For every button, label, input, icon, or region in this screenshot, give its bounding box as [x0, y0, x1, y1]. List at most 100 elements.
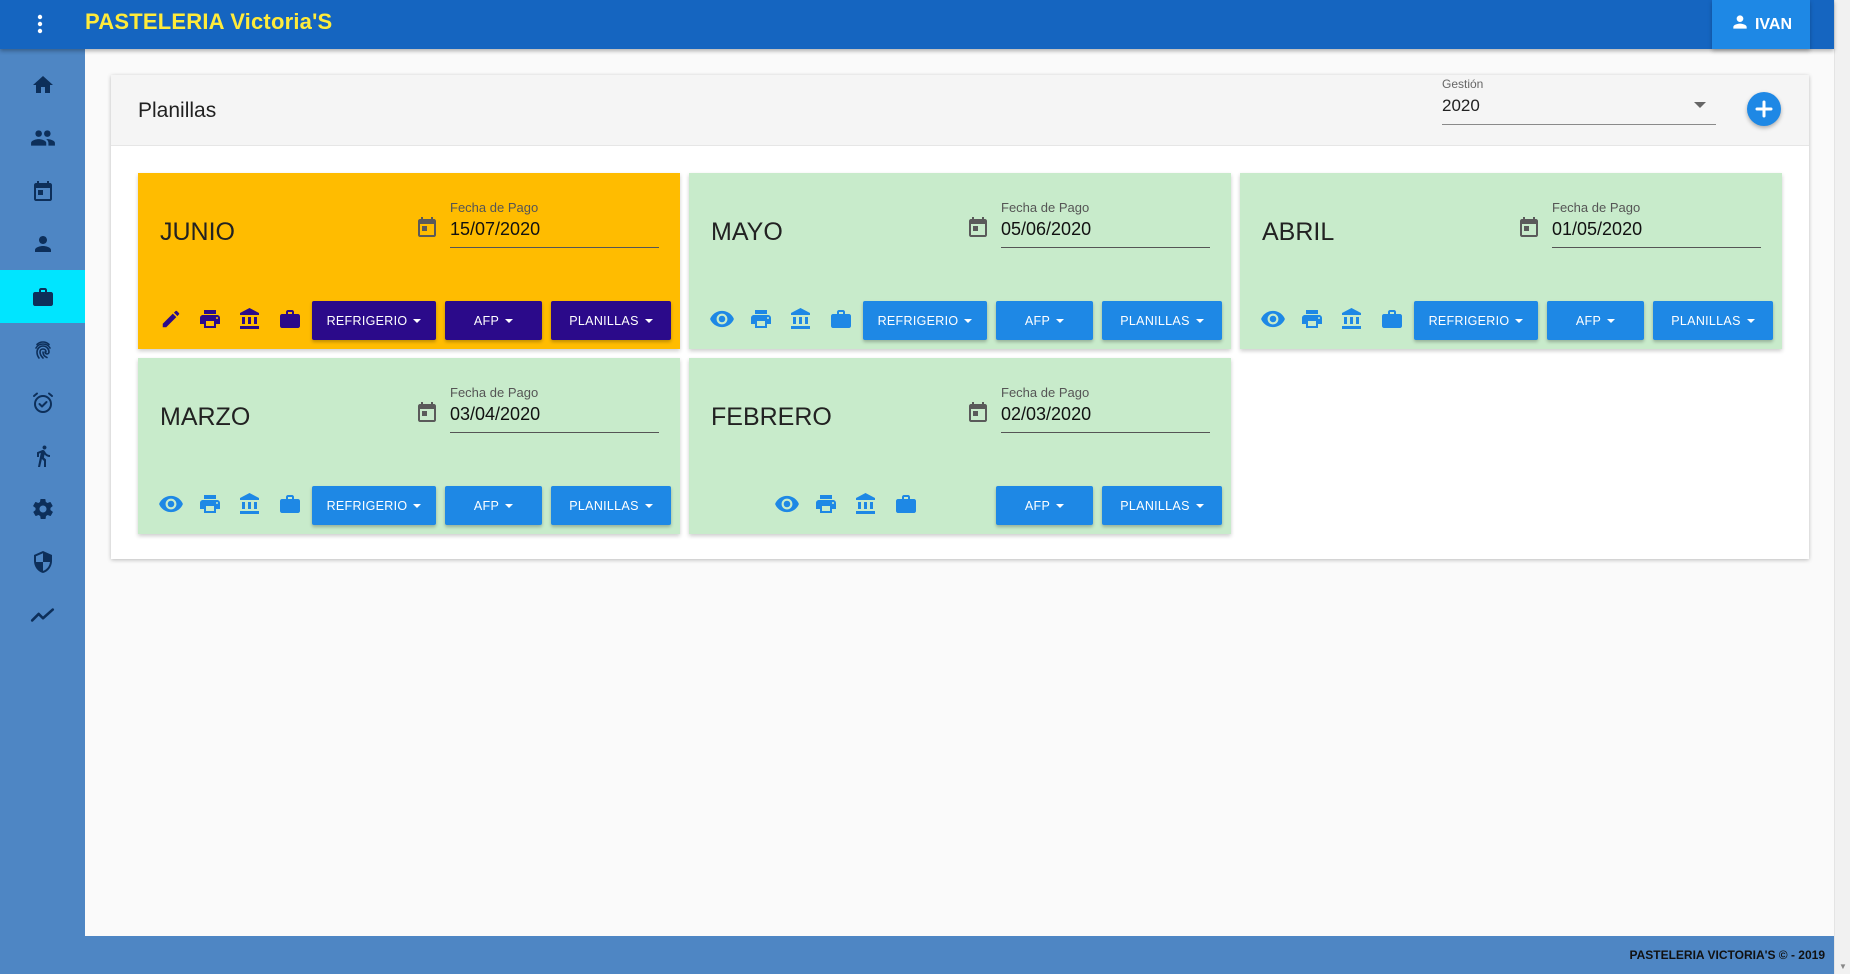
- vertical-scrollbar[interactable]: ▼: [1834, 0, 1850, 974]
- card-month: MAYO: [711, 218, 783, 246]
- refrigerio-dropdown-button[interactable]: REFRIGERIO: [312, 301, 436, 340]
- bank-icon[interactable]: [853, 491, 879, 517]
- home-icon: [32, 75, 53, 93]
- bank-icon[interactable]: [788, 306, 814, 332]
- scroll-down-icon[interactable]: ▼: [1839, 962, 1847, 971]
- planilla-card-marzo: MARZO Fecha de Pago 03/04/2020 REFRIGERI…: [138, 358, 680, 534]
- briefcase-icon[interactable]: [277, 306, 303, 332]
- card-month: MARZO: [160, 403, 251, 431]
- caret-down-icon: [1195, 503, 1204, 508]
- caret-down-icon: [413, 318, 422, 323]
- sidebar-item-calendar[interactable]: [0, 164, 85, 217]
- print-icon[interactable]: [813, 491, 839, 517]
- more-vert-icon[interactable]: [22, 6, 58, 42]
- fecha-pago-field[interactable]: Fecha de Pago 15/07/2020: [450, 198, 659, 248]
- print-icon[interactable]: [748, 306, 774, 332]
- panel-header: Planillas Gestión 2020: [111, 75, 1809, 146]
- gestion-value: 2020: [1442, 96, 1480, 115]
- fecha-pago-label: Fecha de Pago: [1552, 200, 1641, 215]
- sidebar-item-fingerprint[interactable]: [0, 323, 85, 376]
- calendar-icon: [1520, 217, 1538, 237]
- fingerprint-icon: [34, 340, 51, 359]
- bank-icon[interactable]: [1339, 306, 1365, 332]
- sidebar-item-trending[interactable]: [0, 588, 85, 641]
- refrigerio-dropdown-button[interactable]: REFRIGERIO: [312, 486, 436, 525]
- sidebar-item-run[interactable]: [0, 429, 85, 482]
- plus-icon: [1755, 100, 1773, 118]
- caret-down-icon: [1056, 318, 1065, 323]
- gestion-select[interactable]: Gestión 2020: [1442, 75, 1716, 125]
- briefcase-icon[interactable]: [277, 491, 303, 517]
- caret-down-icon: [1515, 318, 1524, 323]
- refrigerio-dropdown-button[interactable]: REFRIGERIO: [1414, 301, 1538, 340]
- caret-down-icon: [964, 318, 973, 323]
- fecha-pago-field[interactable]: Fecha de Pago 05/06/2020: [1001, 198, 1210, 248]
- shield-icon: [33, 550, 52, 573]
- eye-icon[interactable]: [709, 306, 735, 332]
- user-menu-button[interactable]: IVAN: [1712, 0, 1810, 49]
- print-icon[interactable]: [197, 491, 223, 517]
- footer: PASTELERIA VICTORIA'S © - 2019: [0, 936, 1834, 974]
- card-month: ABRIL: [1262, 218, 1335, 246]
- fecha-pago-label: Fecha de Pago: [450, 385, 539, 400]
- app-title: PASTELERIA Victoria'S: [85, 9, 333, 34]
- card-month: FEBRERO: [711, 403, 832, 431]
- dropdown-arrow-icon: [1694, 102, 1706, 108]
- fecha-pago-field[interactable]: Fecha de Pago 03/04/2020: [450, 383, 659, 433]
- calendar-icon: [969, 217, 987, 237]
- eye-icon[interactable]: [158, 491, 184, 517]
- fecha-pago-value: 05/06/2020: [1001, 219, 1092, 239]
- planillas-panel: Planillas Gestión 2020 JUNIO Fecha de Pa…: [111, 75, 1809, 559]
- gear-icon: [32, 498, 53, 519]
- people-icon: [30, 129, 55, 146]
- user-name: IVAN: [1754, 15, 1793, 33]
- caret-down-icon: [413, 503, 422, 508]
- eye-icon[interactable]: [1260, 306, 1286, 332]
- planillas-dropdown-button[interactable]: PLANILLAS: [1102, 486, 1222, 525]
- sidebar-item-home[interactable]: [0, 58, 85, 111]
- caret-down-icon: [1746, 318, 1755, 323]
- sidebar-item-people[interactable]: [0, 111, 85, 164]
- alarm-check-icon: [32, 392, 53, 413]
- fecha-pago-field[interactable]: Fecha de Pago 02/03/2020: [1001, 383, 1210, 433]
- fecha-pago-label: Fecha de Pago: [450, 200, 539, 215]
- briefcase-icon[interactable]: [828, 306, 854, 332]
- briefcase-icon: [32, 287, 53, 306]
- sidebar-nav: [0, 49, 85, 936]
- bank-icon[interactable]: [237, 306, 263, 332]
- print-icon[interactable]: [197, 306, 223, 332]
- planillas-dropdown-button[interactable]: PLANILLAS: [551, 301, 671, 340]
- add-planilla-button[interactable]: [1747, 92, 1781, 126]
- calendar-icon: [33, 180, 52, 201]
- sidebar-item-alarm[interactable]: [0, 376, 85, 429]
- briefcase-icon[interactable]: [1379, 306, 1405, 332]
- afp-dropdown-button[interactable]: AFP: [996, 486, 1093, 525]
- fecha-pago-value: 01/05/2020: [1552, 219, 1643, 239]
- sidebar-item-settings[interactable]: [0, 482, 85, 535]
- sidebar-item-planillas[interactable]: [0, 270, 85, 323]
- afp-dropdown-button[interactable]: AFP: [445, 301, 542, 340]
- afp-dropdown-button[interactable]: AFP: [996, 301, 1093, 340]
- fecha-pago-label: Fecha de Pago: [1001, 385, 1090, 400]
- afp-dropdown-button[interactable]: AFP: [1547, 301, 1644, 340]
- fecha-pago-label: Fecha de Pago: [1001, 200, 1090, 215]
- edit-icon[interactable]: [158, 306, 184, 332]
- planillas-dropdown-button[interactable]: PLANILLAS: [551, 486, 671, 525]
- planillas-dropdown-button[interactable]: PLANILLAS: [1653, 301, 1773, 340]
- caret-down-icon: [1195, 318, 1204, 323]
- afp-dropdown-button[interactable]: AFP: [445, 486, 542, 525]
- eye-icon[interactable]: [774, 491, 800, 517]
- print-icon[interactable]: [1299, 306, 1325, 332]
- caret-down-icon: [505, 318, 514, 323]
- bank-icon[interactable]: [237, 491, 263, 517]
- fecha-pago-field[interactable]: Fecha de Pago 01/05/2020: [1552, 198, 1761, 248]
- person-icon: [34, 235, 51, 252]
- fecha-pago-value: 03/04/2020: [450, 404, 541, 424]
- refrigerio-dropdown-button[interactable]: REFRIGERIO: [863, 301, 987, 340]
- briefcase-icon[interactable]: [893, 491, 919, 517]
- fecha-pago-value: 02/03/2020: [1001, 404, 1092, 424]
- planilla-card-abril: ABRIL Fecha de Pago 01/05/2020 REFRIGERI…: [1240, 173, 1782, 349]
- sidebar-item-security[interactable]: [0, 535, 85, 588]
- sidebar-item-person[interactable]: [0, 217, 85, 270]
- planillas-dropdown-button[interactable]: PLANILLAS: [1102, 301, 1222, 340]
